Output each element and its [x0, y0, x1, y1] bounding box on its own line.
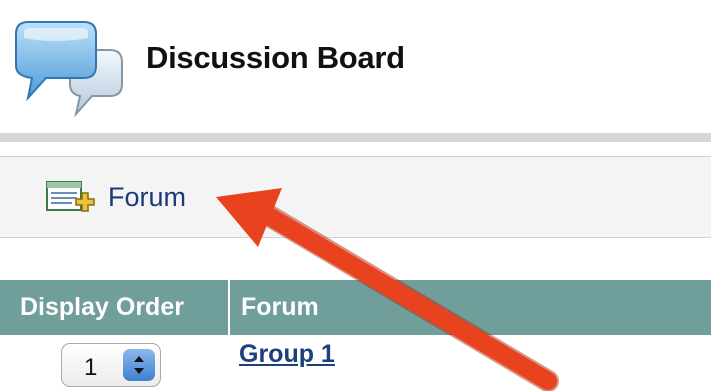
- display-order-stepper[interactable]: 1: [61, 343, 161, 387]
- column-header-forum[interactable]: Forum: [232, 280, 319, 335]
- display-order-value: 1: [84, 354, 98, 381]
- action-bar: Forum: [0, 156, 711, 238]
- page-title: Discussion Board: [146, 40, 405, 75]
- table-row: 1 Group 1: [0, 335, 711, 391]
- forum-link-group-1[interactable]: Group 1: [239, 340, 335, 369]
- header-divider: [0, 133, 711, 142]
- create-forum-button[interactable]: Forum: [44, 179, 186, 215]
- column-header-display-order[interactable]: Display Order: [0, 280, 230, 335]
- stepper-arrows-icon[interactable]: [123, 349, 155, 381]
- forum-table-header: Display Order Forum: [0, 280, 711, 335]
- add-forum-icon: [44, 179, 102, 215]
- speech-bubbles-icon: [8, 18, 128, 118]
- page-header: Discussion Board: [0, 0, 711, 130]
- create-forum-label: Forum: [108, 181, 187, 212]
